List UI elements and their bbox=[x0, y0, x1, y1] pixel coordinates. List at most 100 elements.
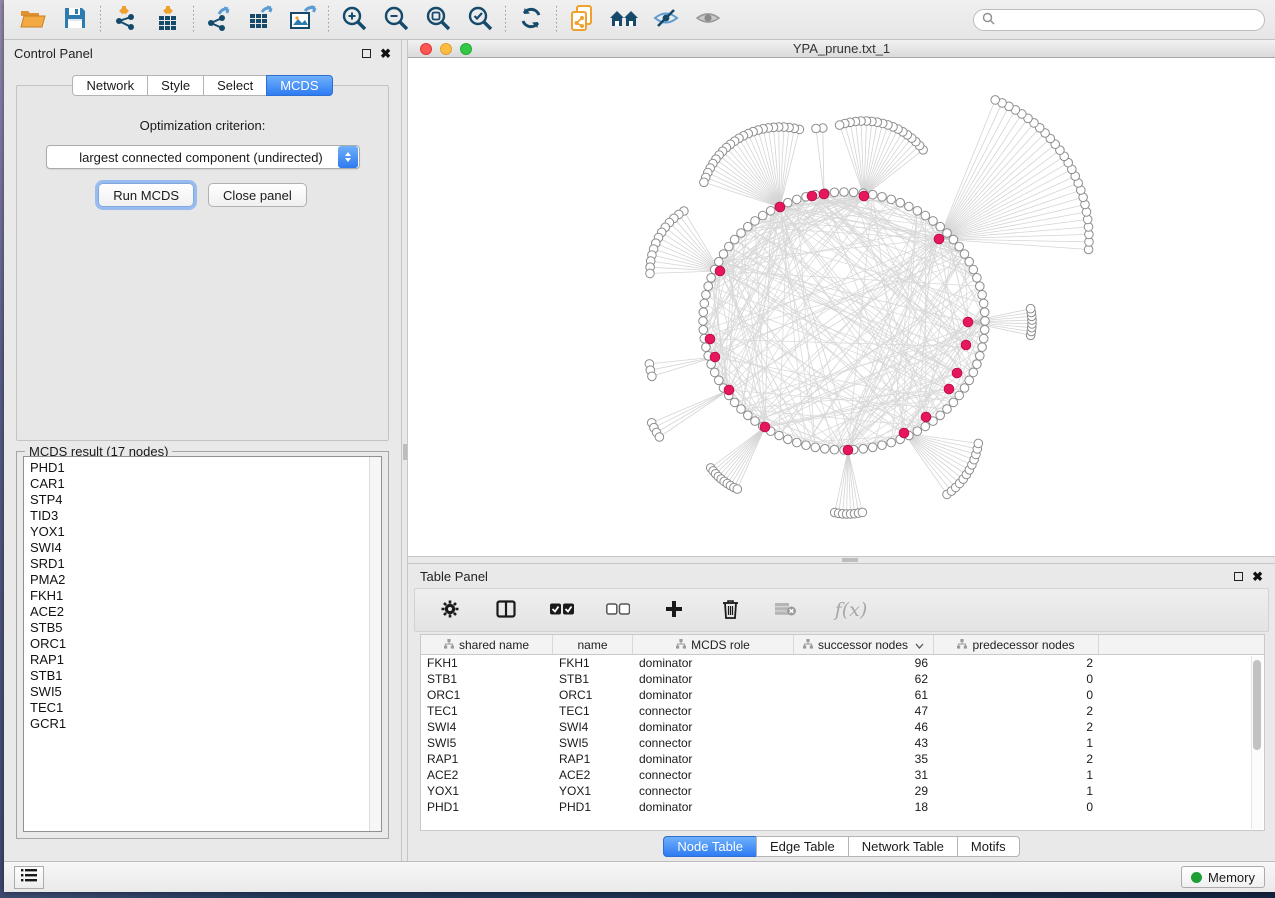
share-session-button[interactable] bbox=[561, 3, 603, 37]
cell: ORC1 bbox=[421, 688, 553, 702]
mcds-result-item[interactable]: STB1 bbox=[30, 668, 381, 684]
table-row[interactable]: ACE2ACE2connector311 bbox=[421, 767, 1264, 783]
network-view-canvas[interactable] bbox=[408, 58, 1275, 556]
criterion-dropdown[interactable]: largest connected component (undirected) bbox=[46, 145, 360, 169]
cell: 61 bbox=[794, 688, 934, 702]
column-header-shared-name[interactable]: shared name bbox=[421, 635, 553, 654]
close-panel-button[interactable]: Close panel bbox=[208, 183, 307, 207]
float-panel-icon[interactable] bbox=[1234, 572, 1243, 581]
search-field[interactable] bbox=[973, 9, 1265, 31]
mcds-result-item[interactable]: ACE2 bbox=[30, 604, 381, 620]
zoom-selected-button[interactable] bbox=[459, 3, 501, 37]
cell: 0 bbox=[934, 800, 1099, 814]
float-panel-icon[interactable] bbox=[362, 49, 371, 58]
mcds-result-item[interactable]: YOX1 bbox=[30, 524, 381, 540]
import-network-button[interactable] bbox=[105, 3, 147, 37]
column-header-predecessor-nodes[interactable]: predecessor nodes bbox=[934, 635, 1099, 654]
close-panel-icon[interactable]: ✖ bbox=[380, 47, 391, 60]
export-image-button[interactable] bbox=[282, 3, 324, 37]
table-row[interactable]: SWI5SWI5connector431 bbox=[421, 735, 1264, 751]
mcds-result-item[interactable]: PMA2 bbox=[30, 572, 381, 588]
minimize-window-icon[interactable] bbox=[440, 43, 452, 55]
network-window-titlebar[interactable]: YPA_prune.txt_1 bbox=[408, 40, 1275, 58]
hide-selected-button[interactable] bbox=[645, 3, 687, 37]
save-icon bbox=[64, 7, 86, 32]
table-row[interactable]: SWI4SWI4dominator462 bbox=[421, 719, 1264, 735]
table-row[interactable]: PHD1PHD1dominator180 bbox=[421, 799, 1264, 815]
zoom-out-button[interactable] bbox=[375, 3, 417, 37]
mcds-result-item[interactable]: GCR1 bbox=[30, 716, 381, 732]
mcds-result-item[interactable]: CAR1 bbox=[30, 476, 381, 492]
first-neighbors-button[interactable] bbox=[603, 3, 645, 37]
horizontal-splitter[interactable] bbox=[408, 556, 1275, 564]
mcds-result-item[interactable]: PHD1 bbox=[30, 460, 381, 476]
close-window-icon[interactable] bbox=[420, 43, 432, 55]
cell: PHD1 bbox=[553, 800, 633, 814]
run-mcds-button[interactable]: Run MCDS bbox=[98, 183, 194, 207]
open-file-button[interactable] bbox=[12, 3, 54, 37]
network-graph[interactable] bbox=[408, 58, 1275, 556]
close-panel-icon[interactable]: ✖ bbox=[1252, 570, 1263, 583]
deselect-all-button[interactable] bbox=[605, 597, 631, 623]
add-column-button[interactable] bbox=[661, 597, 687, 623]
mcds-result-item[interactable]: SRD1 bbox=[30, 556, 381, 572]
mcds-result-item[interactable]: STB5 bbox=[30, 620, 381, 636]
splitter-grip[interactable] bbox=[403, 444, 407, 460]
table-row[interactable]: FKH1FKH1dominator962 bbox=[421, 655, 1264, 671]
zoom-fit-button[interactable] bbox=[417, 3, 459, 37]
table-settings-button[interactable] bbox=[437, 597, 463, 623]
table-row[interactable]: STB1STB1dominator620 bbox=[421, 671, 1264, 687]
maximize-window-icon[interactable] bbox=[460, 43, 472, 55]
tab-edge-table[interactable]: Edge Table bbox=[756, 836, 849, 857]
table-row[interactable]: ORC1ORC1dominator610 bbox=[421, 687, 1264, 703]
optimization-criterion-label: Optimization criterion: bbox=[17, 118, 388, 133]
export-table-button[interactable] bbox=[240, 3, 282, 37]
table-row[interactable]: RAP1RAP1dominator352 bbox=[421, 751, 1264, 767]
tab-network[interactable]: Network bbox=[72, 75, 148, 96]
window-controls bbox=[420, 43, 472, 55]
mcds-result-item[interactable]: SWI5 bbox=[30, 684, 381, 700]
table-row[interactable]: YOX1YOX1connector291 bbox=[421, 783, 1264, 799]
table-panel-title: Table Panel bbox=[420, 569, 488, 584]
mcds-result-item[interactable]: RAP1 bbox=[30, 652, 381, 668]
tab-node-table[interactable]: Node Table bbox=[663, 836, 757, 857]
column-header-MCDS-role[interactable]: MCDS role bbox=[633, 635, 794, 654]
delete-table-button[interactable] bbox=[773, 597, 799, 623]
save-session-button[interactable] bbox=[54, 3, 96, 37]
mcds-result-item[interactable]: FKH1 bbox=[30, 588, 381, 604]
task-history-button[interactable] bbox=[14, 866, 44, 889]
memory-button[interactable]: Memory bbox=[1181, 866, 1265, 888]
export-network-button[interactable] bbox=[198, 3, 240, 37]
tab-network-table[interactable]: Network Table bbox=[848, 836, 958, 857]
scrollbar-thumb[interactable] bbox=[1253, 660, 1261, 750]
list-scrollbar[interactable] bbox=[369, 457, 381, 831]
cell: FKH1 bbox=[421, 656, 553, 670]
delete-column-button[interactable] bbox=[717, 597, 743, 623]
tab-motifs[interactable]: Motifs bbox=[957, 836, 1020, 857]
search-input[interactable] bbox=[995, 13, 1264, 27]
tab-style[interactable]: Style bbox=[147, 75, 204, 96]
mcds-result-item[interactable]: TID3 bbox=[30, 508, 381, 524]
vertical-splitter[interactable] bbox=[401, 40, 408, 861]
select-all-button[interactable] bbox=[549, 597, 575, 623]
cell: 18 bbox=[794, 800, 934, 814]
column-view-button[interactable] bbox=[493, 597, 519, 623]
function-builder-button[interactable]: f(x) bbox=[829, 597, 873, 623]
table-row[interactable]: TEC1TEC1connector472 bbox=[421, 703, 1264, 719]
column-header-name[interactable]: name bbox=[553, 635, 633, 654]
mcds-result-item[interactable]: ORC1 bbox=[30, 636, 381, 652]
node-table[interactable]: shared namenameMCDS rolesuccessor nodesp… bbox=[420, 634, 1265, 831]
splitter-grip[interactable] bbox=[842, 558, 858, 562]
tab-mcds[interactable]: MCDS bbox=[266, 75, 332, 96]
mcds-result-item[interactable]: TEC1 bbox=[30, 700, 381, 716]
mcds-result-list[interactable]: PHD1CAR1STP4TID3YOX1SWI4SRD1PMA2FKH1ACE2… bbox=[23, 456, 382, 832]
column-header-successor-nodes[interactable]: successor nodes bbox=[794, 635, 934, 654]
mcds-result-item[interactable]: STP4 bbox=[30, 492, 381, 508]
table-scrollbar[interactable] bbox=[1251, 656, 1263, 829]
tab-select[interactable]: Select bbox=[203, 75, 267, 96]
import-table-button[interactable] bbox=[147, 3, 189, 37]
mcds-result-item[interactable]: SWI4 bbox=[30, 540, 381, 556]
refresh-button[interactable] bbox=[510, 3, 552, 37]
show-all-button[interactable] bbox=[687, 3, 729, 37]
zoom-in-button[interactable] bbox=[333, 3, 375, 37]
